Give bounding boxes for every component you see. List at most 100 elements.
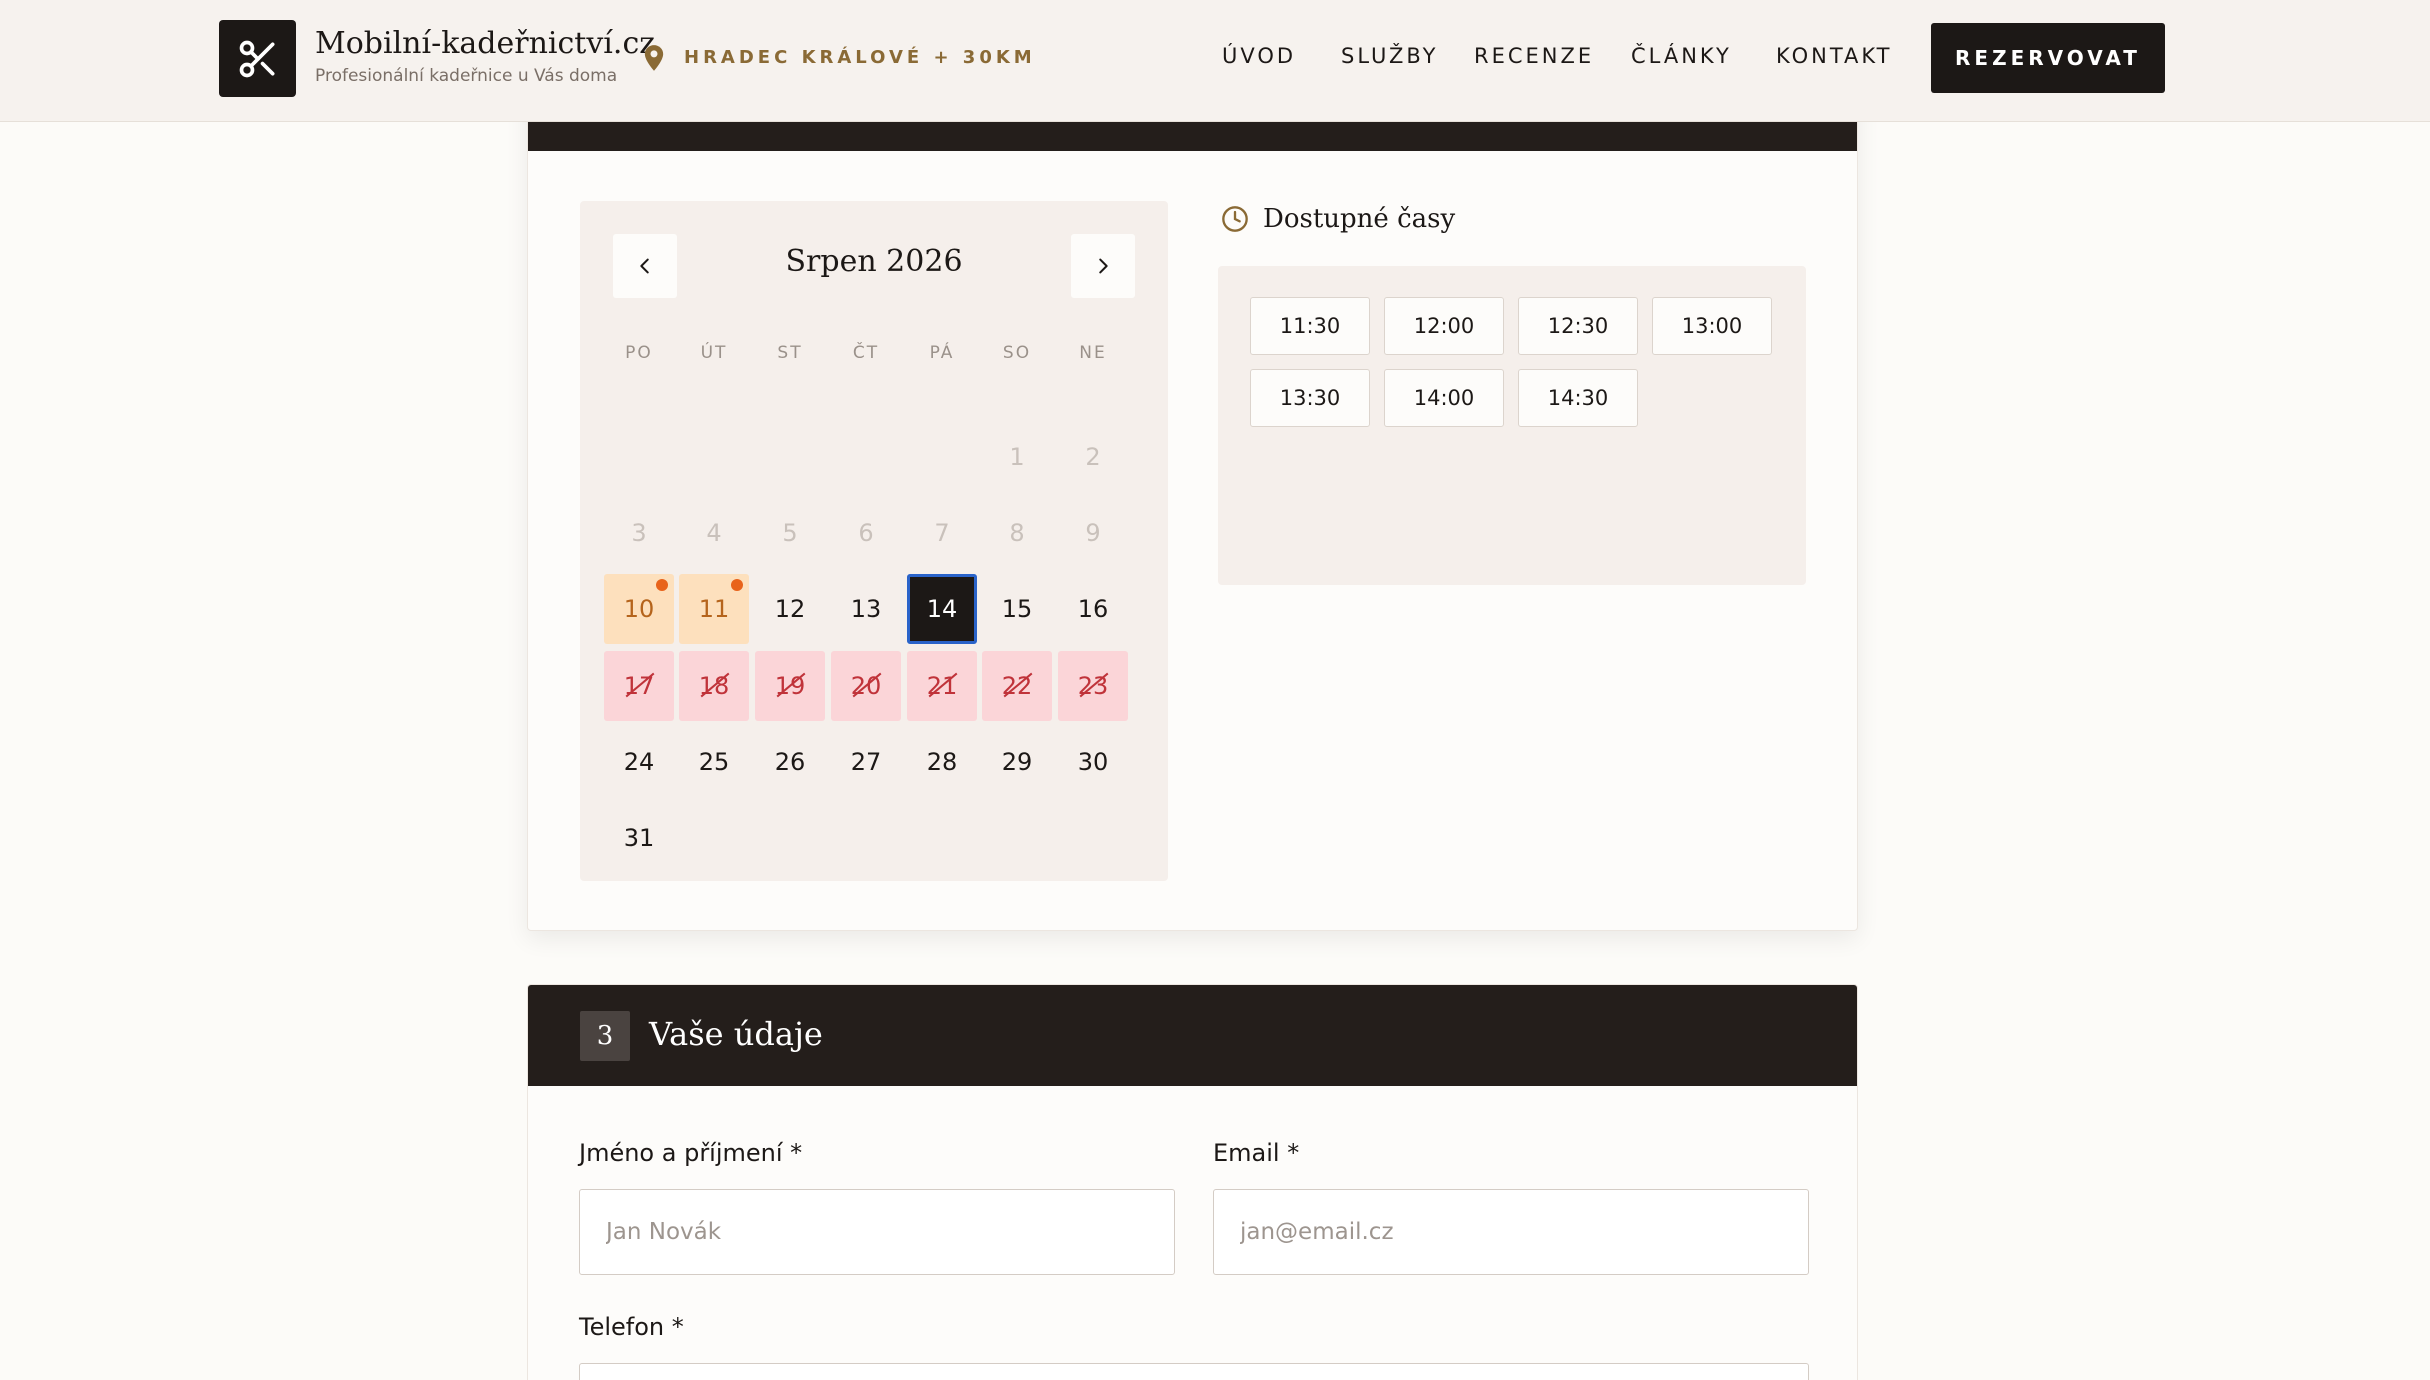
calendar-day-number: 5	[782, 519, 798, 547]
calendar-day: 2	[1058, 422, 1128, 492]
phone-field[interactable]	[579, 1363, 1809, 1380]
calendar-day-number: 7	[934, 519, 950, 547]
available-times-title: Dostupné časy	[1263, 204, 1456, 234]
email-field[interactable]	[1213, 1189, 1809, 1275]
next-month-button[interactable]	[1071, 234, 1135, 298]
calendar-day[interactable]: 15	[982, 574, 1052, 644]
calendar-day: 22	[982, 651, 1052, 721]
location-pin-icon	[644, 45, 664, 71]
calendar-day-number: 28	[926, 748, 958, 776]
time-slot-button[interactable]: 14:30	[1518, 369, 1638, 427]
weekday-label: NE	[1079, 343, 1107, 363]
low-availability-dot	[731, 579, 743, 591]
calendar-day[interactable]: 28	[907, 727, 977, 797]
calendar-day[interactable]: 25	[679, 727, 749, 797]
logo[interactable]	[219, 20, 296, 97]
site-header: Mobilní-kadeřnictví.cz Profesionální kad…	[0, 0, 2430, 122]
time-slots-panel: 11:30 12:00 12:30 13:00 13:30 14:00 14:30	[1218, 266, 1806, 585]
calendar: Srpen 2026 PO ÚT ST ČT PÁ SO NE 1 2 3 4 5 6 7 8 9 10 11 1…	[580, 201, 1168, 881]
time-slot-button[interactable]: 13:30	[1250, 369, 1370, 427]
weekday-label: ČT	[852, 343, 880, 363]
calendar-day[interactable]: 12	[755, 574, 825, 644]
calendar-day-number: 13	[850, 595, 882, 623]
nav-item-uvod[interactable]: ÚVOD	[1222, 44, 1296, 68]
calendar-day-number: 6	[858, 519, 874, 547]
calendar-day-number: 10	[623, 595, 655, 623]
nav-item-recenze[interactable]: RECENZE	[1474, 44, 1594, 68]
calendar-day[interactable]: 10	[604, 574, 674, 644]
chevron-right-icon	[1099, 258, 1108, 274]
calendar-day: 6	[831, 498, 901, 568]
calendar-day-number: 27	[850, 748, 882, 776]
calendar-day-number: 14	[926, 595, 958, 623]
details-card: 3 Vaše údaje Jméno a příjmení * Email * …	[527, 984, 1858, 1380]
details-title: Vaše údaje	[649, 1015, 823, 1053]
weekday-label: SO	[1002, 343, 1032, 363]
phone-label: Telefon *	[579, 1313, 684, 1341]
calendar-day: 1	[982, 422, 1052, 492]
calendar-day: 17	[604, 651, 674, 721]
calendar-day[interactable]: 27	[831, 727, 901, 797]
calendar-day: 18	[679, 651, 749, 721]
calendar-day-number: 3	[631, 519, 647, 547]
brand-name[interactable]: Mobilní-kadeřnictví.cz	[315, 26, 655, 61]
calendar-day-number: 4	[706, 519, 722, 547]
clock-icon	[1222, 206, 1248, 232]
calendar-day: 23	[1058, 651, 1128, 721]
step-number-badge: 3	[580, 1011, 630, 1061]
weekday-label: PO	[625, 343, 653, 363]
calendar-day: 3	[604, 498, 674, 568]
calendar-day-number: 8	[1009, 519, 1025, 547]
calendar-day: 20	[831, 651, 901, 721]
time-slot-button[interactable]: 12:30	[1518, 297, 1638, 355]
time-slot-button[interactable]: 13:00	[1652, 297, 1772, 355]
calendar-day[interactable]: 30	[1058, 727, 1128, 797]
reserve-button[interactable]: REZERVOVAT	[1931, 23, 2165, 93]
calendar-day-number: 15	[1001, 595, 1033, 623]
name-label: Jméno a příjmení *	[579, 1139, 803, 1167]
calendar-day[interactable]: 13	[831, 574, 901, 644]
date-time-card: Srpen 2026 PO ÚT ST ČT PÁ SO NE 1 2 3 4 5 6 7 8 9 10 11 1…	[527, 80, 1858, 931]
calendar-day-number: 26	[774, 748, 806, 776]
calendar-day-number: 31	[623, 824, 655, 852]
calendar-day-number: 25	[698, 748, 730, 776]
details-header: 3 Vaše údaje	[528, 985, 1857, 1086]
calendar-day-number: 11	[698, 595, 730, 623]
calendar-day[interactable]: 26	[755, 727, 825, 797]
calendar-day-number: 24	[623, 748, 655, 776]
calendar-day[interactable]: 24	[604, 727, 674, 797]
weekday-label: PÁ	[929, 343, 955, 363]
calendar-day-number: 16	[1077, 595, 1109, 623]
calendar-day: 7	[907, 498, 977, 568]
calendar-day: 8	[982, 498, 1052, 568]
nav-item-sluzby[interactable]: SLUŽBY	[1341, 44, 1438, 68]
time-slot-button[interactable]: 12:00	[1384, 297, 1504, 355]
calendar-day-number: 1	[1009, 443, 1025, 471]
nav-item-kontakt[interactable]: KONTAKT	[1776, 44, 1892, 68]
calendar-day[interactable]: 16	[1058, 574, 1128, 644]
calendar-day[interactable]: 31	[604, 803, 674, 873]
calendar-day-number: 30	[1077, 748, 1109, 776]
service-area: HRADEC KRÁLOVÉ + 30KM	[684, 47, 1036, 68]
calendar-day-number: 9	[1085, 519, 1101, 547]
low-availability-dot	[656, 579, 668, 591]
calendar-day[interactable]: 14	[907, 574, 977, 644]
brand-tagline: Profesionální kadeřnice u Vás doma	[315, 66, 618, 86]
calendar-day[interactable]: 11	[679, 574, 749, 644]
weekday-label: ÚT	[700, 343, 728, 363]
calendar-day-number: 12	[774, 595, 806, 623]
calendar-day[interactable]: 29	[982, 727, 1052, 797]
calendar-day-number: 2	[1085, 443, 1101, 471]
calendar-day-number: 29	[1001, 748, 1033, 776]
name-field[interactable]	[579, 1189, 1175, 1275]
calendar-day: 4	[679, 498, 749, 568]
nav-item-clanky[interactable]: ČLÁNKY	[1631, 44, 1732, 68]
calendar-day: 21	[907, 651, 977, 721]
calendar-day: 19	[755, 651, 825, 721]
time-slot-button[interactable]: 11:30	[1250, 297, 1370, 355]
calendar-day: 9	[1058, 498, 1128, 568]
email-label: Email *	[1213, 1139, 1300, 1167]
time-slot-button[interactable]: 14:00	[1384, 369, 1504, 427]
scissors-icon	[239, 40, 274, 77]
weekday-label: ST	[777, 343, 803, 363]
